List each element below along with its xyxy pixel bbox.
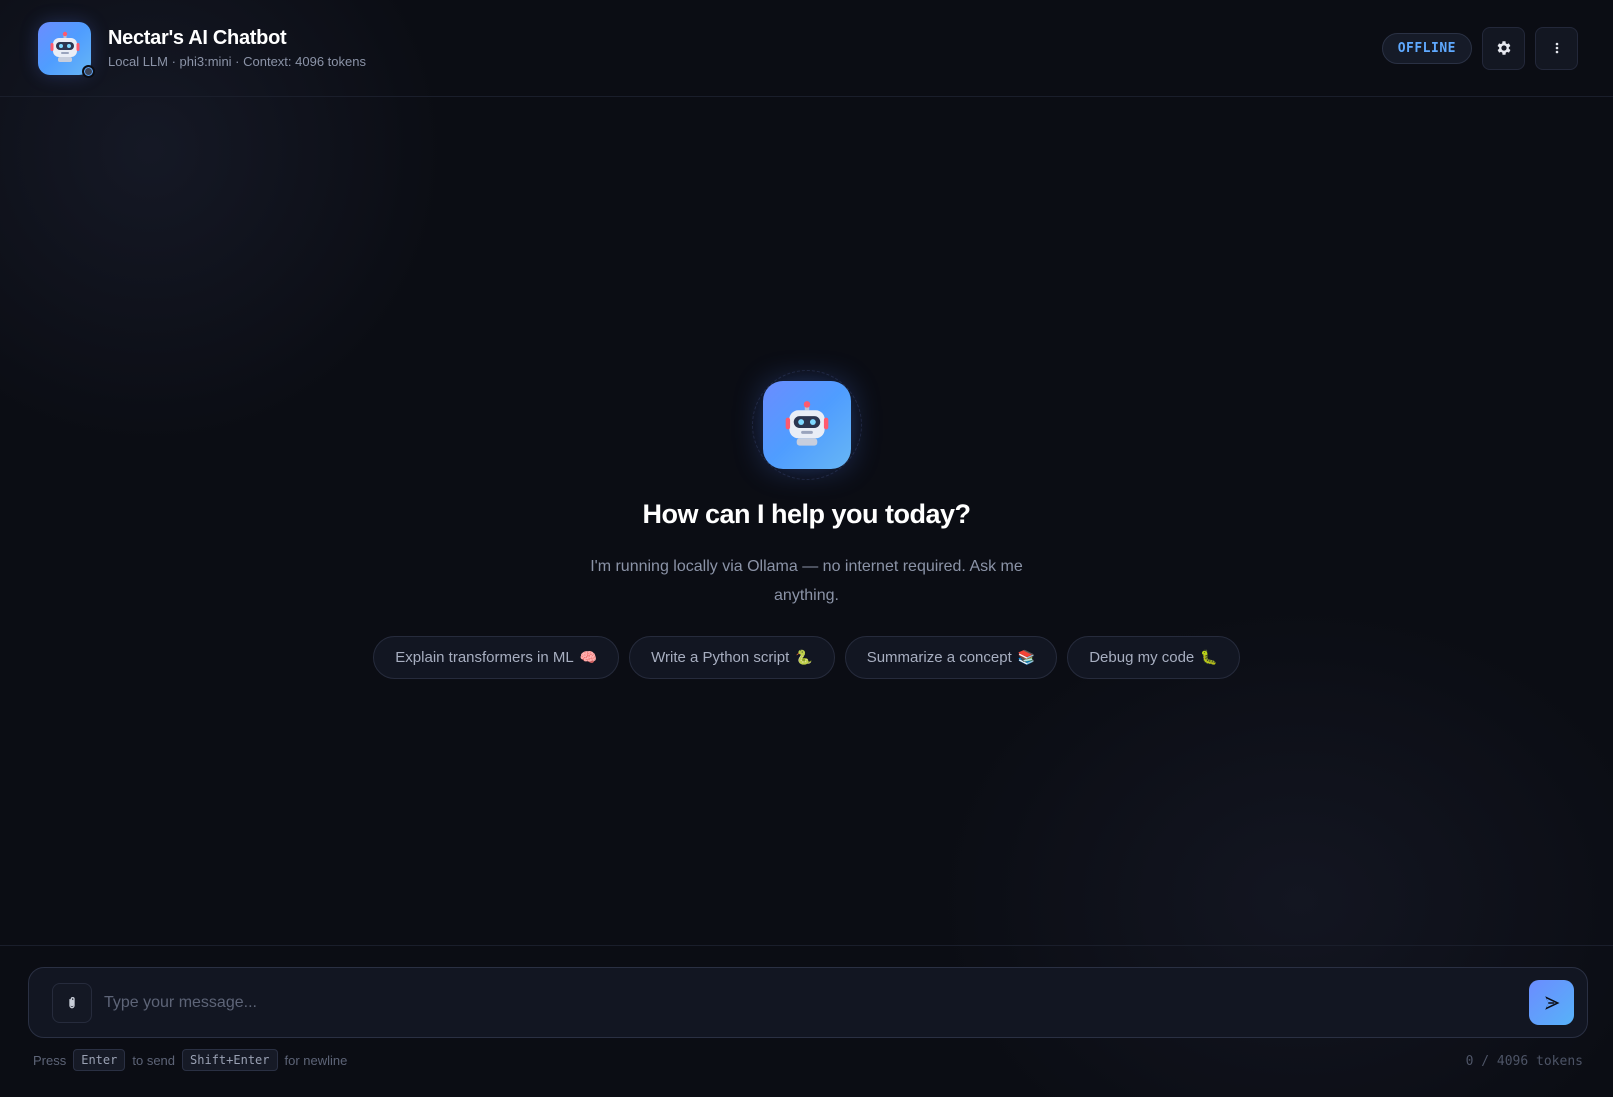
gear-icon <box>1497 41 1510 55</box>
app-title: Nectar's AI Chatbot <box>108 27 287 49</box>
bot-avatar <box>38 21 95 78</box>
header: Nectar's AI Chatbot Local LLM · phi3:min… <box>0 0 1613 97</box>
hint-press: Press <box>33 1052 67 1068</box>
paperclip-icon <box>69 996 75 1008</box>
suggestion-label: Explain transformers in ML <box>395 649 574 666</box>
composer <box>28 967 1588 1038</box>
brain-icon: 🧠 <box>579 649 598 665</box>
books-icon: 📚 <box>1017 649 1036 665</box>
suggestion-label: Debug my code <box>1089 649 1195 666</box>
welcome-description: I'm running locally via Ollama — no inte… <box>590 558 1023 604</box>
keyboard-hint: Press Enter to send Shift+Enter for newl… <box>33 1049 347 1071</box>
shift-enter-key: Shift+Enter <box>182 1049 278 1071</box>
welcome-avatar <box>762 381 851 469</box>
suggestion-chip[interactable]: Write a Python script 🐍 <box>629 636 835 679</box>
suggestion-chip[interactable]: Explain transformers in ML 🧠 <box>373 636 620 679</box>
brand: Nectar's AI Chatbot Local LLM · phi3:min… <box>38 21 366 78</box>
suggestion-label: Summarize a concept <box>866 649 1012 666</box>
composer-area: Press Enter to send Shift+Enter for newl… <box>0 945 1613 1097</box>
suggestion-label: Write a Python script <box>651 649 790 666</box>
bug-icon: 🐛 <box>1200 649 1218 665</box>
send-icon <box>1544 995 1559 1010</box>
more-options-button[interactable] <box>1535 26 1578 70</box>
more-vertical-icon <box>1555 42 1558 54</box>
status-dot <box>82 64 95 78</box>
settings-button[interactable] <box>1482 26 1525 70</box>
hint-to-send: to send <box>132 1052 176 1068</box>
attach-button[interactable] <box>52 982 92 1023</box>
suggestion-chip[interactable]: Debug my code 🐛 <box>1067 636 1240 679</box>
welcome-panel: How can I help you today? I'm running lo… <box>0 370 1613 679</box>
suggestion-list: Explain transformers in ML 🧠 Write a Pyt… <box>373 636 1240 679</box>
welcome-title: How can I help you today? <box>642 499 971 529</box>
model-info: Local LLM · phi3:mini · Context: 4096 to… <box>108 54 366 69</box>
token-counter: 0 / 4096 tokens <box>1465 1054 1583 1069</box>
header-actions: OFFLINE <box>1381 26 1578 70</box>
brand-text: Nectar's AI Chatbot Local LLM · phi3:min… <box>108 27 366 69</box>
robot-icon <box>785 401 828 446</box>
chat-app: Nectar's AI Chatbot Local LLM · phi3:min… <box>0 0 1613 1097</box>
send-button[interactable] <box>1529 980 1574 1025</box>
hint-for-newline: for newline <box>284 1052 348 1068</box>
suggestion-chip[interactable]: Summarize a concept 📚 <box>844 636 1058 679</box>
status-badge: OFFLINE <box>1381 32 1472 64</box>
snake-icon: 🐍 <box>795 649 813 665</box>
message-input[interactable] <box>104 982 1529 1023</box>
robot-icon <box>50 31 79 62</box>
welcome-avatar-halo <box>751 370 862 480</box>
enter-key: Enter <box>73 1049 126 1071</box>
